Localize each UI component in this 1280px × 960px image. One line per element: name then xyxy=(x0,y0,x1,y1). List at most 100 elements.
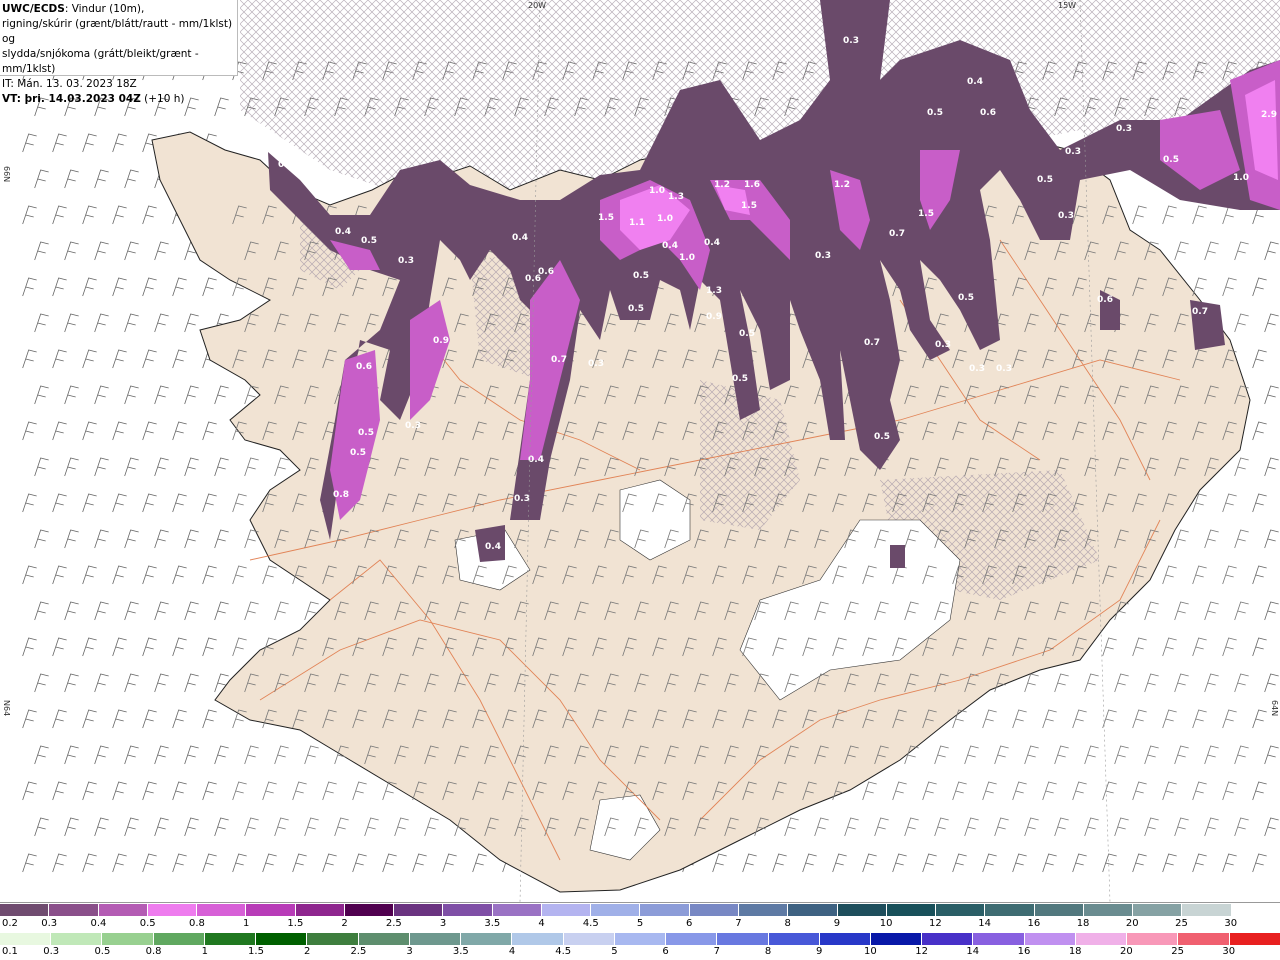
snow-legend-tick-label: 18 xyxy=(1076,918,1090,929)
precip-value-label: 0.5 xyxy=(1037,175,1053,185)
rain-legend-tick-label: 2.5 xyxy=(350,946,367,957)
precip-value-label: 0.7 xyxy=(889,229,905,239)
snow-legend-swatch xyxy=(788,904,838,916)
snow-legend-swatch xyxy=(738,904,789,916)
rain-legend-swatch xyxy=(563,933,615,945)
rain-legend-swatch xyxy=(717,933,769,945)
snow-legend-swatch xyxy=(1133,904,1183,916)
snow-legend-tick-label: 20 xyxy=(1125,918,1139,929)
snow-legend-tick-label: 0.3 xyxy=(41,918,58,929)
rain-legend-tick-label: 6 xyxy=(662,946,669,957)
rain-legend-tick-label: 3 xyxy=(406,946,413,957)
precip-value-label: 0.9 xyxy=(706,312,722,322)
snow-legend-tick-label: 3 xyxy=(439,918,447,929)
precip-value-label: 0.4 xyxy=(512,233,528,243)
rain-legend-swatch xyxy=(409,933,462,945)
snow-legend-tick-label: 2.5 xyxy=(385,918,402,929)
precip-value-label: 1.0 xyxy=(1233,173,1249,183)
snow-legend-swatch xyxy=(1083,904,1134,916)
rain-legend-swatch xyxy=(922,933,974,945)
precip-value-label: 1.0 xyxy=(649,186,665,196)
rain-legend-tick-label: 10 xyxy=(864,946,877,957)
snow-legend-swatch xyxy=(936,904,986,916)
snow-legend-swatch xyxy=(295,904,345,916)
rain-legend-tick-label: 1.5 xyxy=(248,946,264,957)
precip-value-label: 1.3 xyxy=(668,192,684,202)
precip-value-label: 1.5 xyxy=(918,209,934,219)
precip-value-label: 0.3 xyxy=(815,251,831,261)
rain-legend-labels: 0.1 0.3 0.5 0.8 1 1.5 2 2.5 3 3.5 4 4.5 5 6 7 8 9 10 12 14 1… xyxy=(0,946,1280,960)
snow-legend-swatch xyxy=(1034,904,1084,916)
rain-legend-tick-label: 0.8 xyxy=(145,946,162,957)
snow-legend-swatch xyxy=(985,904,1035,916)
rain-legend-swatch xyxy=(358,933,410,945)
snow-legend-swatch xyxy=(886,904,937,916)
rain-legend-tick-label: 0.5 xyxy=(94,946,111,957)
precip-value-label: 0.3 xyxy=(588,359,604,369)
snow-legend-tick-label: 1 xyxy=(242,918,250,929)
rain-legend-tick-label: 4 xyxy=(508,946,516,957)
precip-value-label: 0.5 xyxy=(958,293,974,303)
rain-legend-tick-label: 3.5 xyxy=(452,946,469,957)
rain-legend-swatch xyxy=(870,933,923,945)
snow-legend-tick-label: 9 xyxy=(833,918,841,929)
rain-legend-swatch xyxy=(204,933,257,945)
snow-legend-tick-label: 5 xyxy=(636,918,644,929)
snow-legend-tick-label: 0.2 xyxy=(2,918,18,929)
snow-legend-swatch xyxy=(492,904,542,916)
rain-legend-swatch xyxy=(102,933,154,945)
precip-value-label: 0.7 xyxy=(864,338,880,348)
snow-legend-swatch xyxy=(344,904,395,916)
precip-value-label: 1.6 xyxy=(744,180,760,190)
snow-legend-swatch xyxy=(640,904,690,916)
title-line-3: slydda/snjókoma (grátt/bleikt/grænt - mm… xyxy=(2,48,199,75)
snow-legend-tick-label: 2 xyxy=(341,918,348,929)
rain-legend-swatch xyxy=(973,933,1025,945)
rain-legend-swatch xyxy=(1024,933,1076,945)
precip-value-label: 0.9 xyxy=(433,336,449,346)
precip-value-label: 0.6 xyxy=(1097,295,1113,305)
precip-value-label: 0.4 xyxy=(967,77,983,87)
precip-value-label: 0.6 xyxy=(356,362,372,372)
lead-time: (+10 h) xyxy=(140,93,185,105)
rain-legend-swatch xyxy=(153,933,205,945)
grid-label-20w: 20W xyxy=(528,1,547,10)
weather-map: 0.4 0.4 0.5 0.3 0.6 0.5 0.5 0.8 0.9 0.3 0.4 0.6 0.6 0… xyxy=(0,0,1280,902)
rain-legend-tick-label: 0.3 xyxy=(43,946,60,957)
grid-label-64n-right: 64N xyxy=(1270,700,1279,717)
snow-legend-labels: 0.2 0.3 0.4 0.5 0.8 1 1.5 2 2.5 3 3.5 4 4.5 5 6 7 8 9 10 12… xyxy=(0,918,1280,932)
snow-legend-swatch xyxy=(394,904,444,916)
snow-legend-tick-label: 25 xyxy=(1175,918,1188,929)
title-line-1: : Vindur (10m), xyxy=(64,3,145,15)
source-label: UWC/ECDS xyxy=(2,3,65,15)
precip-value-label: 1.5 xyxy=(598,213,614,223)
precip-value-label: 0.7 xyxy=(551,355,567,365)
rain-legend-swatch xyxy=(512,933,564,945)
precip-value-label: 0.8 xyxy=(333,490,349,500)
precip-value-label: 1.1 xyxy=(629,218,645,228)
precip-value-label: 0.5 xyxy=(732,374,748,384)
rain-legend-tick-label: 9 xyxy=(816,946,823,957)
precip-value-label: 1.5 xyxy=(741,201,757,211)
precip-value-label: 0.3 xyxy=(1058,211,1074,221)
precip-value-label: 0.3 xyxy=(405,421,421,431)
rain-legend-swatch xyxy=(768,933,820,945)
rain-legend-swatch xyxy=(1178,933,1230,945)
rain-legend-tick-label: 12 xyxy=(915,946,928,957)
rain-legend-swatch xyxy=(666,933,718,945)
rain-legend-tick-label: 16 xyxy=(1017,946,1031,957)
precip-value-label: 0.4 xyxy=(662,241,678,251)
precip-value-label: 0.6 xyxy=(980,108,996,118)
snow-legend-swatch xyxy=(197,904,247,916)
snow-legend-tick-label: 12 xyxy=(929,918,942,929)
snow-legend-swatch xyxy=(443,904,493,916)
grid-label-66n: 66N xyxy=(2,166,11,183)
precip-value-label: 0.6 xyxy=(525,274,541,284)
snow-legend-swatch xyxy=(1231,904,1280,916)
rain-legend-tick-label: 8 xyxy=(764,946,772,957)
precip-value-label: 1.0 xyxy=(679,253,695,263)
precip-value-label: 0.4 xyxy=(278,160,294,170)
title-line-2: rigning/skúrir (grænt/blátt/rautt - mm/1… xyxy=(2,18,233,45)
grid-label-64n-left: N64 xyxy=(2,700,11,717)
rain-legend-swatch xyxy=(256,933,308,945)
